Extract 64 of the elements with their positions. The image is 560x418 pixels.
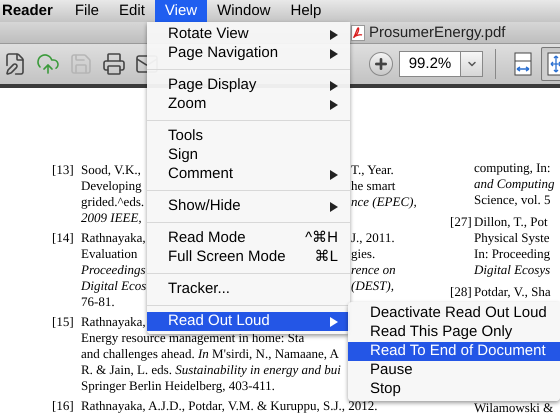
reference-text: gies.: [351, 246, 376, 262]
reference-text: nce (EPEC),: [351, 194, 417, 210]
menu-item[interactable]: Deactivate Read Out Loud: [348, 304, 560, 323]
menu-item[interactable]: Zoom: [147, 95, 350, 114]
reference-text: Energy resource management in home: Sta: [81, 330, 304, 345]
menu-item[interactable]: Read This Page Only: [348, 323, 560, 342]
menu-title[interactable]: Edit: [109, 0, 155, 22]
reference-text: Rathnayaka,: [81, 230, 146, 245]
reference-number: [16]: [52, 398, 74, 413]
reference-text: Science, vol. 5: [474, 192, 551, 208]
reference-text: (DEST),: [351, 278, 394, 294]
reference-text: R. & Jain, L. eds. Sustainability in energy and bui: [81, 362, 341, 377]
reference-text: 76-81.: [81, 294, 115, 309]
reference-text: T., Year.: [351, 162, 394, 178]
shortcut-label: ^⌘H: [305, 228, 338, 248]
reference-text: Digital Ecos: [81, 278, 146, 293]
menu-item[interactable]: Stop: [348, 380, 560, 399]
menu-item[interactable]: Tools: [147, 127, 350, 146]
reference-text: Digital Ecosys: [474, 262, 550, 278]
menu-title[interactable]: Window: [207, 0, 280, 22]
menu-item[interactable]: Page Navigation: [147, 44, 350, 63]
menu-title[interactable]: File: [64, 0, 110, 22]
menu-item[interactable]: Read To End of Document: [348, 342, 560, 361]
menu-item[interactable]: Page Display: [147, 76, 350, 95]
menu-item[interactable]: Tracker...: [147, 280, 350, 299]
menu-item[interactable]: Pause: [348, 361, 560, 380]
reference-text: Rathnayaka,: [81, 314, 146, 329]
document-tab[interactable]: ProsumerEnergy.pdf: [348, 23, 508, 43]
reference-number: [13]: [52, 162, 74, 177]
menu-title[interactable]: View: [154, 0, 208, 22]
reference-text: 2009 IEEE,: [81, 210, 142, 225]
zoom-field[interactable]: 99.2%: [399, 51, 461, 77]
reference-text: and Computing: [474, 176, 555, 192]
menu-item[interactable]: Show/Hide: [147, 197, 350, 216]
reference-number: [28]: [450, 284, 472, 299]
menu-item[interactable]: Sign: [147, 146, 350, 165]
reference-text: Rathnayaka, A.J.D., Potdar, V.M. & Kuruppu, S.J., 2012.: [81, 398, 378, 413]
menu-title[interactable]: Help: [280, 0, 332, 22]
reference-text: In: Proceeding: [474, 246, 550, 262]
reference-number: [27]: [450, 214, 472, 229]
menu-item[interactable]: Rotate View: [147, 25, 350, 44]
reference-text: Physical Syste: [474, 230, 550, 246]
reference-number: [14]: [52, 230, 74, 245]
menu-item[interactable]: Comment: [147, 165, 350, 184]
reference-text: computing, In:: [474, 160, 551, 176]
reference-text: Potdar, V., Sha: [474, 284, 551, 300]
reference-text: Dillon, T., Pot: [474, 214, 548, 230]
reference-text: Wilamowski &: [474, 400, 554, 416]
menu-item[interactable]: Read Mode ^⌘H: [147, 229, 350, 248]
reference-number: [15]: [52, 314, 74, 329]
reference-text: J., 2011.: [351, 230, 395, 246]
shortcut-label: ⌘L: [314, 247, 338, 268]
menu-item[interactable]: Full Screen Mode ⌘L: [147, 248, 350, 267]
reference-text: Developing: [81, 178, 142, 193]
reference-text: and challenges ahead. In M'sirdi, N., Namaane, A: [81, 346, 339, 361]
reference-text: Proceedings: [81, 262, 146, 277]
reference-text: Evaluation: [81, 246, 138, 261]
menu-item[interactable]: Read Out Loud: [147, 312, 350, 331]
reference-text: rence on: [351, 262, 396, 278]
reference-text: he smart: [351, 178, 396, 194]
reference-text: Sood, V.K.,: [81, 162, 141, 177]
app-menu[interactable]: Reader: [0, 0, 65, 22]
reference-text: grided.^eds.: [81, 194, 144, 209]
reference-text: Springer Berlin Heidelberg, 403-411.: [81, 378, 275, 393]
